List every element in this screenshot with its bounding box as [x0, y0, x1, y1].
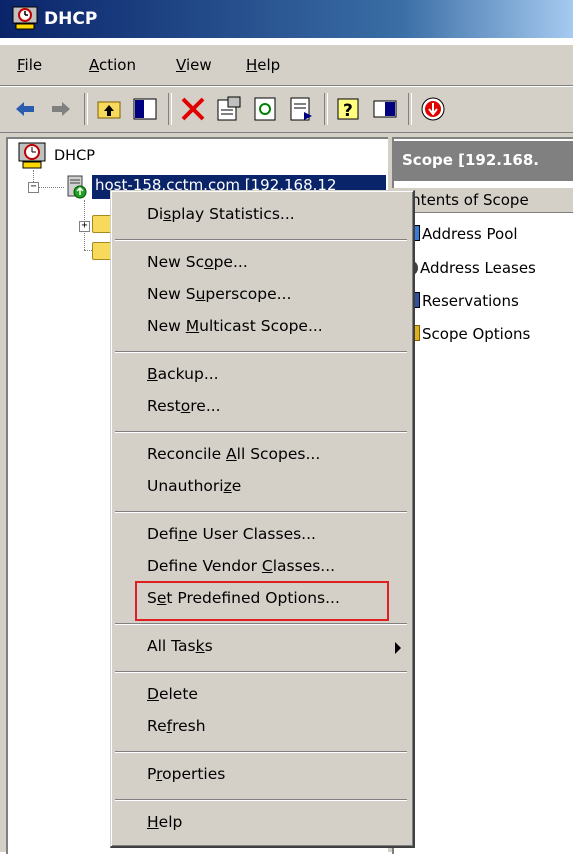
details-title: Scope [192.168.	[402, 151, 540, 169]
toolbar: ?	[0, 86, 573, 133]
expand-scope-toggle[interactable]: +	[79, 221, 90, 232]
menu-separator	[115, 511, 407, 513]
menu-separator	[115, 799, 407, 801]
list-item-address-pool[interactable]: Address Pool	[406, 225, 518, 243]
menu-define-user-classes[interactable]: Define User Classes...	[147, 525, 316, 543]
back-arrow-icon[interactable]	[10, 94, 40, 124]
show-hide-tree-icon[interactable]	[130, 94, 160, 124]
toolbar-separator	[324, 93, 328, 125]
menu-display-statistics[interactable]: Display Statistics...	[147, 205, 295, 223]
menu-new-superscope[interactable]: New Superscope...	[147, 285, 291, 303]
menu-file[interactable]: File	[17, 56, 42, 74]
menu-refresh[interactable]: Refresh	[147, 717, 206, 735]
menu-reconcile-all-scopes[interactable]: Reconcile All Scopes...	[147, 445, 320, 463]
menu-new-multicast-scope[interactable]: New Multicast Scope...	[147, 317, 323, 335]
menu-delete[interactable]: Delete	[147, 685, 198, 703]
stop-icon[interactable]	[418, 94, 448, 124]
list-item-reservations[interactable]: Reservations	[406, 292, 519, 310]
details-header: Scope [192.168.	[392, 141, 573, 181]
dhcp-root-icon	[18, 142, 46, 169]
console-pane-icon[interactable]	[370, 94, 400, 124]
column-header[interactable]: ontents of Scope	[392, 188, 573, 213]
menu-help[interactable]: Help	[246, 56, 280, 74]
submenu-arrow-icon	[395, 642, 401, 654]
menu-separator	[115, 431, 407, 433]
window-title: DHCP	[44, 9, 98, 29]
help-icon[interactable]: ?	[334, 94, 364, 124]
menu-backup[interactable]: Backup...	[147, 365, 219, 383]
menu-all-tasks[interactable]: All Tasks	[147, 637, 213, 655]
export-list-icon[interactable]	[286, 94, 316, 124]
menu-separator	[115, 751, 407, 753]
menu-separator	[115, 351, 407, 353]
tree-line	[38, 187, 64, 188]
up-folder-icon[interactable]	[94, 94, 124, 124]
refresh-icon[interactable]	[250, 94, 280, 124]
menu-separator	[115, 623, 407, 625]
forward-arrow-icon[interactable]	[46, 94, 76, 124]
collapse-server-toggle[interactable]: −	[28, 182, 39, 193]
menu-unauthorize[interactable]: Unauthorize	[147, 477, 241, 495]
toolbar-separator	[408, 93, 412, 125]
dhcp-app-icon	[12, 6, 38, 30]
toolbar-separator	[84, 93, 88, 125]
menu-view[interactable]: View	[176, 56, 212, 74]
delete-icon[interactable]	[178, 94, 208, 124]
list-item-scope-options[interactable]: Scope Options	[406, 325, 530, 343]
menu-separator	[115, 671, 407, 673]
menu-set-predefined-options[interactable]: Set Predefined Options...	[147, 589, 340, 607]
menu-properties[interactable]: Properties	[147, 765, 225, 783]
tree-root-label[interactable]: DHCP	[54, 148, 95, 164]
dhcp-server-icon	[67, 175, 87, 199]
menu-new-scope[interactable]: New Scope...	[147, 253, 248, 271]
title-bar: DHCP	[0, 0, 573, 38]
menu-restore[interactable]: Restore...	[147, 397, 221, 415]
properties-icon[interactable]	[214, 94, 244, 124]
details-pane[interactable]	[392, 137, 573, 854]
svg-text:?: ?	[343, 101, 353, 121]
list-item-address-leases[interactable]: Address Leases	[406, 259, 536, 277]
menu-define-vendor-classes[interactable]: Define Vendor Classes...	[147, 557, 335, 575]
column-header-label: ontents of Scope	[402, 191, 529, 209]
toolbar-separator	[168, 93, 172, 125]
context-menu: Display Statistics... New Scope... New S…	[110, 190, 415, 848]
menu-bar: File Action View Help	[0, 44, 573, 86]
menu-action[interactable]: Action	[89, 56, 136, 74]
menu-help[interactable]: Help	[147, 813, 182, 831]
menu-separator	[115, 239, 407, 241]
